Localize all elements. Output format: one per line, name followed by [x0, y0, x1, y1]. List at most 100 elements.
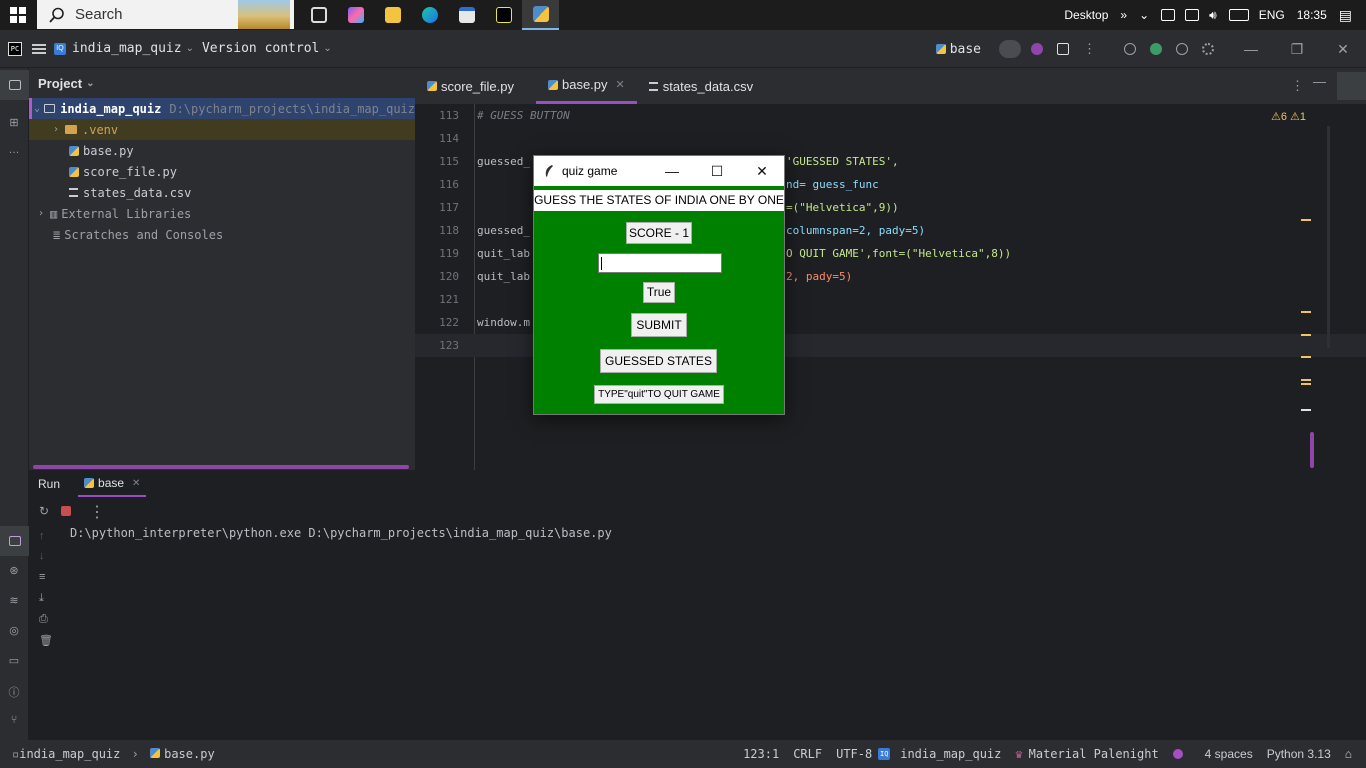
close-tab-icon[interactable]: ✕ [132, 478, 140, 489]
pycharm-icon[interactable] [485, 0, 522, 30]
pycharm-logo-icon[interactable]: PC [8, 41, 22, 56]
search-everywhere-icon[interactable] [1176, 43, 1188, 55]
edge-icon[interactable] [411, 0, 448, 30]
close-button[interactable]: ✕ [1320, 30, 1366, 68]
main-menu-icon[interactable] [32, 43, 46, 54]
project-tool-button[interactable] [0, 70, 29, 100]
tree-item-score-file[interactable]: score_file.py [29, 161, 415, 182]
project-scrollbar[interactable] [33, 465, 409, 469]
warning-marker[interactable] [1301, 311, 1311, 313]
keyboard-icon[interactable] [1228, 9, 1249, 21]
notifications-icon[interactable]: ▤ [1339, 7, 1352, 24]
language-indicator[interactable]: ENG [1259, 8, 1285, 22]
caret-position[interactable]: 123:1 [743, 747, 779, 761]
tab-score-file[interactable]: score_file.py [415, 68, 526, 104]
warning-marker[interactable] [1301, 379, 1311, 381]
tree-item-states-csv[interactable]: states_data.csv [29, 182, 415, 203]
debug-icon[interactable] [1031, 43, 1043, 55]
tree-item-scratches[interactable]: ≣ Scratches and Consoles [29, 224, 415, 245]
project-panel-header[interactable]: Project ⌄ [29, 68, 415, 98]
soft-wrap-icon[interactable]: ≡ [39, 571, 51, 583]
python-tk-icon[interactable] [522, 0, 559, 30]
problems-icon[interactable]: ⓘ [6, 684, 22, 700]
trash-icon[interactable]: 🗑︎ [39, 634, 53, 647]
lock-icon[interactable]: ⌂ [1345, 747, 1352, 761]
run-tool-button[interactable] [0, 526, 29, 556]
tree-item-venv[interactable]: › .venv [29, 119, 415, 140]
editor-scrollbar-thumb[interactable] [1310, 432, 1314, 468]
tree-item-external-libraries[interactable]: › ▥ External Libraries [29, 203, 415, 224]
camera-icon[interactable] [1161, 9, 1176, 21]
services-icon[interactable]: ◎ [6, 624, 22, 640]
copilot-icon[interactable] [337, 0, 374, 30]
submit-button[interactable]: SUBMIT [631, 313, 687, 337]
tree-item-base-py[interactable]: base.py [29, 140, 415, 161]
layers-icon[interactable]: ≋ [6, 594, 22, 610]
scroll-down-icon[interactable]: ↓ [39, 550, 51, 562]
git-icon[interactable]: ⑂ [6, 714, 22, 730]
file-explorer-icon[interactable] [374, 0, 411, 30]
chevron-right-icon[interactable]: › [53, 124, 65, 135]
inspection-warnings[interactable]: ⚠6 ⚠1 [1271, 110, 1306, 123]
line-ending[interactable]: CRLF [793, 747, 822, 761]
python-interpreter[interactable]: Python 3.13 [1267, 747, 1331, 761]
tab-states-csv[interactable]: states_data.csv [637, 68, 765, 104]
chevron-down-icon[interactable]: ⌄ [1139, 8, 1149, 22]
guess-input[interactable] [598, 253, 722, 273]
project-selector[interactable]: india_map_quiz [72, 41, 182, 56]
clock[interactable]: 18:35 [1297, 8, 1327, 22]
minimize-button[interactable]: — [649, 156, 695, 186]
more-actions-icon[interactable]: ⋮ [89, 502, 105, 521]
close-button[interactable]: ✕ [739, 156, 785, 186]
scroll-to-end-icon[interactable]: ⤓ [39, 592, 51, 604]
quiz-window-titlebar[interactable]: quiz game — ☐ ✕ [534, 156, 784, 186]
warning-marker[interactable] [1301, 356, 1311, 358]
warning-marker[interactable] [1301, 334, 1311, 336]
guessed-states-button[interactable]: GUESSED STATES [600, 349, 717, 373]
network-icon[interactable] [1185, 9, 1200, 21]
stop-icon[interactable] [61, 506, 71, 516]
settings-gear-icon[interactable] [1202, 43, 1214, 55]
stop-icon[interactable] [1057, 43, 1069, 55]
rerun-icon[interactable]: ↻ [39, 504, 51, 518]
hide-panel-icon[interactable]: — [1313, 74, 1326, 89]
minimize-button[interactable]: — [1228, 30, 1274, 68]
breadcrumb-file[interactable]: base.py [164, 747, 215, 761]
chevrons-icon[interactable]: » [1120, 8, 1127, 22]
status-project[interactable]: india_map_quiz [900, 747, 1001, 761]
warning-marker[interactable] [1301, 219, 1311, 221]
start-button[interactable] [0, 0, 36, 30]
python-packages-icon[interactable]: ⊛ [6, 564, 22, 580]
run-tab-base[interactable]: base ✕ [78, 471, 147, 497]
warning-marker[interactable] [1301, 383, 1311, 385]
terminal-icon[interactable]: ▭ [6, 654, 22, 670]
store-icon[interactable] [448, 0, 485, 30]
more-tools-icon[interactable]: … [6, 144, 22, 160]
run-config-selector[interactable]: base [950, 42, 981, 57]
rerun-icon[interactable] [999, 40, 1021, 58]
notifications-bell-icon[interactable] [1337, 72, 1366, 100]
taskbar-search[interactable]: Search [37, 0, 294, 29]
restore-button[interactable]: ❐ [1274, 30, 1320, 68]
ai-assistant-icon[interactable] [1150, 43, 1162, 55]
structure-icon[interactable]: ⊞ [6, 116, 22, 132]
chevron-right-icon[interactable]: › [38, 208, 50, 219]
more-actions-icon[interactable]: ⋮ [1083, 41, 1096, 57]
tab-options-icon[interactable]: ⋮ [1291, 78, 1304, 94]
scroll-up-icon[interactable]: ↑ [39, 530, 51, 542]
tab-base-py[interactable]: base.py ✕ [535, 68, 637, 104]
vcs-selector[interactable]: Version control [202, 41, 319, 56]
account-icon[interactable] [1124, 43, 1136, 55]
indent-setting[interactable]: 4 spaces [1205, 747, 1253, 761]
breadcrumb-project[interactable]: india_map_quiz [19, 747, 120, 761]
task-view-icon[interactable] [300, 0, 337, 30]
print-icon[interactable]: ⎙ [39, 613, 51, 625]
editor-scrollbar-track[interactable] [1327, 126, 1330, 348]
tree-root[interactable]: ⌄ india_map_quiz D:\pycharm_projects\ind… [29, 98, 415, 119]
maximize-button[interactable]: ☐ [694, 156, 740, 186]
file-encoding[interactable]: UTF-8 [836, 747, 872, 761]
desktop-label[interactable]: Desktop [1064, 8, 1108, 22]
theme-name[interactable]: Material Palenight [1029, 747, 1159, 761]
chevron-down-icon[interactable]: ⌄ [34, 103, 44, 114]
console-output[interactable]: D:\python_interpreter\python.exe D:\pych… [70, 526, 612, 540]
